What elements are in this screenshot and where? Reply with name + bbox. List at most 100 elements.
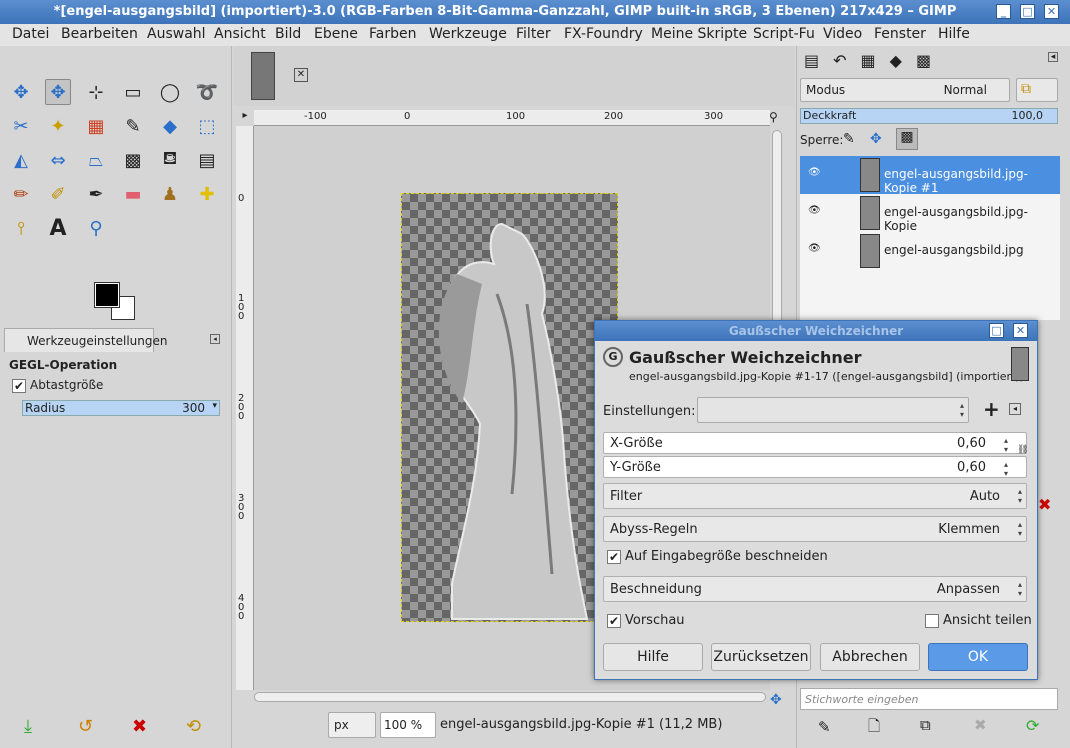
chain-link-icon[interactable]: ⛓ [1017, 445, 1028, 455]
menu-filter[interactable]: Filter [516, 26, 551, 42]
minimize-button[interactable]: _ [996, 4, 1011, 19]
menu-datei[interactable]: Datei [12, 26, 49, 42]
dock-menu-icon[interactable]: ◂ [1048, 52, 1058, 62]
save-options-icon[interactable]: ⤓ [24, 716, 32, 737]
reset-options-icon[interactable]: ⟲ [186, 716, 201, 737]
text-icon[interactable]: A [45, 215, 71, 241]
color-select-icon[interactable]: ▦ [83, 113, 109, 139]
checker-icon[interactable]: ▩ [120, 147, 146, 173]
measure-icon[interactable]: ⫯ [8, 215, 34, 241]
perspective-icon[interactable]: ⏢ [83, 147, 109, 173]
x-size-field[interactable]: X-Größe 0,60 ▴ ▾ [603, 432, 1027, 454]
paths-icon[interactable]: ◆ [157, 113, 183, 139]
restore-options-icon[interactable]: ↺ [78, 716, 93, 737]
delete-red-icon[interactable]: ✖ [1038, 495, 1051, 514]
unit-select[interactable]: px [328, 712, 376, 738]
composite-mode-button[interactable]: ⧉ [1016, 78, 1058, 102]
layer-row[interactable]: 👁 engel-ausgangsbild.jpg [800, 232, 1060, 270]
cancel-button[interactable]: Abbrechen [820, 643, 920, 671]
menu-ansicht[interactable]: Ansicht [214, 26, 266, 42]
unified-transform-icon[interactable]: ◭ [8, 147, 34, 173]
ellipse-select-icon[interactable]: ◯ [157, 79, 183, 105]
quick-mask-icon[interactable]: ▸ [236, 110, 254, 126]
menu-bild[interactable]: Bild [275, 26, 301, 42]
brushes-tab-icon[interactable]: ▩ [916, 51, 945, 70]
channels-tab-icon[interactable]: ▦ [861, 51, 890, 70]
menu-script-fu[interactable]: Script-Fu [753, 26, 815, 42]
clip-checkbox[interactable]: ✔ Auf Eingabegröße beschneiden [607, 549, 828, 564]
pencil-icon[interactable]: ✐ [45, 181, 71, 207]
zoom-icon[interactable]: ⚲ [83, 215, 109, 241]
close-tab-icon[interactable]: ✕ [294, 68, 308, 82]
menu-fenster[interactable]: Fenster [874, 26, 926, 42]
menu-video[interactable]: Video [823, 26, 862, 42]
rect-select-icon[interactable]: ▭ [120, 79, 146, 105]
lasso-icon[interactable]: ➰ [194, 79, 220, 105]
ok-button[interactable]: OK [928, 643, 1028, 671]
panel-menu-icon[interactable]: ◂ [210, 334, 220, 344]
duplicate-icon[interactable]: ⧉ [920, 716, 931, 734]
visibility-eye-icon[interactable]: 👁 [808, 205, 821, 216]
preset-menu-icon[interactable]: ◂ [1009, 403, 1021, 415]
sample-size-checkbox[interactable]: ✔ Abtastgröße [12, 378, 103, 393]
new-layer-icon[interactable]: ✎ [818, 718, 831, 736]
move-icon[interactable]: ✥ [8, 79, 34, 105]
align-icon[interactable]: ✥ [45, 79, 71, 105]
airbrush-icon[interactable]: ✒ [83, 181, 109, 207]
lock-position-icon[interactable]: ✥ [870, 131, 882, 147]
eraser-icon[interactable]: ▬ [120, 181, 146, 207]
visibility-eye-icon[interactable]: 👁 [808, 243, 821, 254]
layers-tab-icon[interactable]: ▤ [804, 51, 833, 70]
paths-tab-icon[interactable]: ◆ [890, 51, 916, 70]
horizontal-scrollbar[interactable] [254, 692, 766, 702]
settings-select[interactable]: ▴ ▾ [697, 397, 969, 423]
layer-mode-select[interactable]: Modus Normal [800, 78, 1010, 102]
gradient-icon[interactable]: ▤ [194, 147, 220, 173]
maximize-button[interactable]: □ [1020, 4, 1035, 19]
layer-row[interactable]: 👁 engel-ausgangsbild.jpg-Kopie [800, 194, 1060, 233]
tags-input[interactable]: Stichworte eingeben [800, 688, 1058, 710]
menu-auswahl[interactable]: Auswahl [147, 26, 206, 42]
help-button[interactable]: Hilfe [603, 643, 703, 671]
bucket-fill-icon[interactable]: ⛾ [157, 147, 183, 173]
image-canvas[interactable] [401, 193, 618, 622]
lock-pixels-icon[interactable]: ✎ [843, 131, 855, 147]
filter-select[interactable]: Filter Auto ▴ ▾ [603, 483, 1027, 509]
undo-tab-icon[interactable]: ↶ [833, 51, 860, 70]
image-tab-thumbnail[interactable] [251, 52, 275, 100]
abyss-select[interactable]: Abyss-Regeln Klemmen ▴ ▾ [603, 516, 1027, 542]
flip-icon[interactable]: ⇔ [45, 147, 71, 173]
y-size-field[interactable]: Y-Größe 0,60 ▴ ▾ [603, 456, 1027, 478]
menu-bearbeiten[interactable]: Bearbeiten [61, 26, 138, 42]
menu-meine-skripte[interactable]: Meine Skripte [651, 26, 747, 42]
refresh-icon[interactable]: ⟳ [1026, 716, 1039, 735]
zoom-select[interactable]: 100 % [380, 712, 436, 738]
dialog-close-button[interactable]: ✕ [1013, 323, 1028, 338]
transform-icon[interactable]: ⊹ [83, 79, 109, 105]
zoom-fit-icon[interactable]: ⚲ [769, 110, 778, 124]
radius-slider[interactable]: Radius 300 ▾ [22, 400, 220, 416]
split-view-checkbox[interactable]: Ansicht teilen [925, 613, 1032, 628]
navigate-icon[interactable]: ✥ [770, 692, 782, 708]
foreground-select-icon[interactable]: ✎ [120, 113, 146, 139]
dock-tabs[interactable]: ▤↶▦◆▩ [800, 48, 990, 74]
paintbrush-icon[interactable]: ✏ [8, 181, 34, 207]
menu-ebene[interactable]: Ebene [314, 26, 358, 42]
delete-layer-icon[interactable]: ✖ [974, 716, 987, 734]
clone-icon[interactable]: ♟ [157, 181, 183, 207]
crop-icon[interactable]: ⬚ [194, 113, 220, 139]
visibility-eye-icon[interactable]: 👁 [808, 167, 821, 178]
menu-werkzeuge[interactable]: Werkzeuge [429, 26, 507, 42]
menu-farben[interactable]: Farben [369, 26, 416, 42]
crop-select[interactable]: Beschneidung Anpassen ▴ ▾ [603, 576, 1027, 602]
opacity-slider[interactable]: Deckkraft 100,0 [800, 108, 1058, 124]
tab-tool-options[interactable]: Werkzeugeinstellungen [4, 328, 167, 352]
menu-hilfe[interactable]: Hilfe [938, 26, 970, 42]
delete-options-icon[interactable]: ✖ [132, 716, 147, 737]
layer-row[interactable]: 👁 engel-ausgangsbild.jpg-Kopie #1 [800, 156, 1060, 195]
fuzzy-select-icon[interactable]: ✦ [45, 113, 71, 139]
foreground-color-swatch[interactable] [94, 282, 120, 308]
scissors-icon[interactable]: ✂ [8, 113, 34, 139]
lock-alpha-icon[interactable]: ▩ [896, 128, 918, 150]
preview-checkbox[interactable]: ✔ Vorschau [607, 613, 685, 628]
